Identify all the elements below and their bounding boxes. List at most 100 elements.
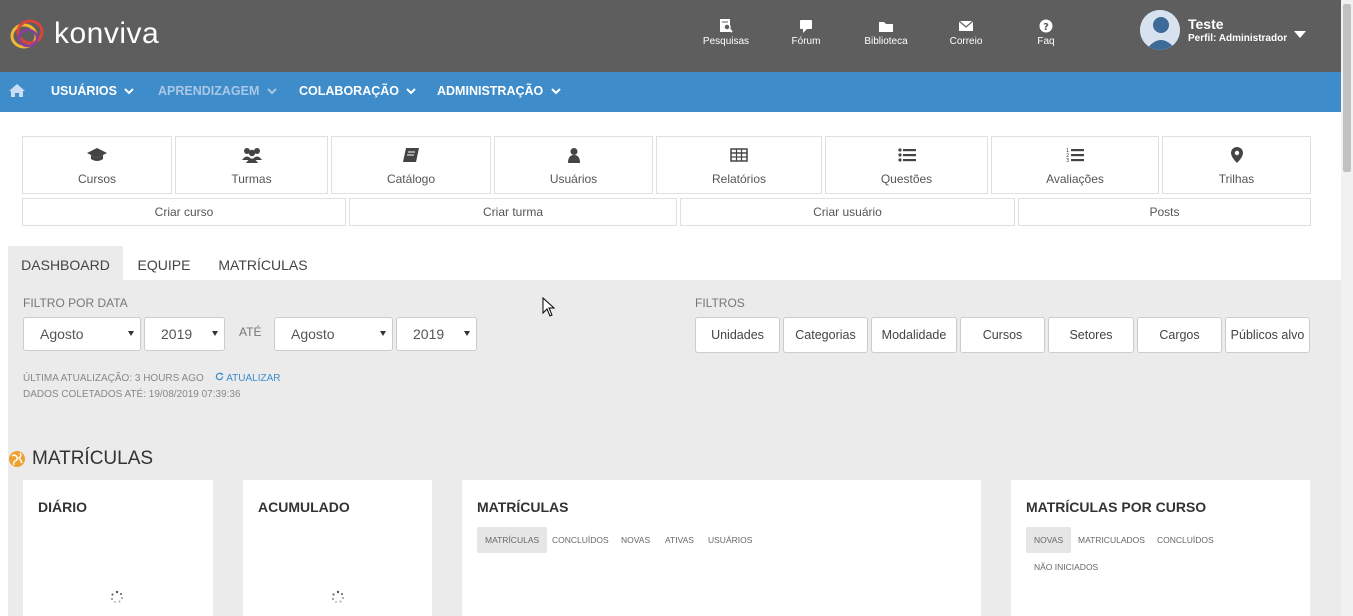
filter-cursos-button[interactable]: Cursos [960, 317, 1045, 353]
top-nav-label: Fórum [791, 36, 821, 47]
scrollbar-thumb[interactable] [1343, 4, 1351, 172]
caret-down-icon [128, 331, 134, 336]
home-icon[interactable] [9, 83, 25, 103]
nav-aprendizagem[interactable]: APRENDIZAGEM [158, 84, 277, 98]
user-name: Teste [1188, 16, 1224, 32]
refresh-label: ATUALIZAR [226, 373, 281, 384]
pill-nao-iniciados[interactable]: NÃO INICIADOS [1026, 554, 1106, 580]
pill-matriculas[interactable]: MATRÍCULAS [477, 527, 548, 553]
nav-label: COLABORAÇÃO [299, 84, 399, 98]
tile-avaliacoes[interactable]: 123 Avaliações [991, 136, 1159, 194]
create-user-button[interactable]: Criar usuário [680, 198, 1015, 226]
tile-questoes[interactable]: Questões [825, 136, 988, 194]
envelope-icon [931, 18, 1001, 34]
page-scrollbar[interactable] [1341, 0, 1353, 616]
users-icon [176, 147, 327, 165]
pill-matriculados[interactable]: MATRICULADOS [1070, 527, 1153, 553]
filter-publicos-alvo-button[interactable]: Públicos alvo [1225, 317, 1310, 353]
loading-spinner-icon [331, 590, 345, 609]
filter-categorias-button[interactable]: Categorias [783, 317, 868, 353]
svg-text:?: ? [1043, 22, 1049, 33]
tile-label: Cursos [77, 172, 116, 186]
nav-colaboracao[interactable]: COLABORAÇÃO [299, 84, 417, 98]
filter-unidades-button[interactable]: Unidades [695, 317, 780, 353]
card-title: MATRÍCULAS [477, 499, 569, 515]
card-diario: DIÁRIO [23, 480, 213, 616]
date-filter-label: FILTRO POR DATA [23, 296, 128, 310]
nav-usuarios[interactable]: USUÁRIOS [51, 84, 135, 98]
tile-turmas[interactable]: Turmas [175, 136, 328, 194]
question-icon: ? [1011, 18, 1081, 34]
pill-novas[interactable]: NOVAS [1026, 527, 1072, 553]
to-year-select[interactable]: 2019 [396, 317, 477, 351]
top-nav-pesquisas[interactable]: Pesquisas [691, 18, 761, 47]
tile-relatorios[interactable]: Relatórios [656, 136, 822, 194]
card-matriculas: MATRÍCULAS MATRÍCULAS CONCLUÍDOS NOVAS A… [462, 480, 981, 616]
top-nav-label: Biblioteca [864, 36, 908, 47]
tile-trilhas[interactable]: Trilhas [1162, 136, 1311, 194]
top-nav-biblioteca[interactable]: Biblioteca [851, 18, 921, 47]
table-icon [657, 147, 821, 165]
caret-down-icon[interactable] [1294, 26, 1306, 44]
top-header: konviva Pesquisas Fórum Biblioteca Corre… [0, 0, 1341, 72]
top-nav-faq[interactable]: ? Faq [1011, 18, 1081, 47]
create-course-button[interactable]: Criar curso [22, 198, 346, 226]
posts-button[interactable]: Posts [1018, 198, 1311, 226]
card-title: ACUMULADO [258, 499, 350, 515]
mouse-cursor-icon [542, 296, 556, 322]
pill-ativas[interactable]: ATIVAS [657, 527, 702, 553]
ordered-list-icon: 123 [992, 147, 1158, 165]
tile-label: Questões [880, 172, 933, 186]
avatar[interactable] [1140, 10, 1180, 50]
tile-label: Catálogo [386, 172, 436, 186]
tab-dashboard[interactable]: DASHBOARD [8, 246, 123, 280]
to-month-select[interactable]: Agosto [274, 317, 393, 351]
filter-setores-button[interactable]: Setores [1048, 317, 1134, 353]
main-nav: USUÁRIOS APRENDIZAGEM COLABORAÇÃO ADMINI… [0, 72, 1341, 112]
tab-equipe[interactable]: EQUIPE [130, 246, 198, 280]
konviva-logo[interactable]: konviva [8, 14, 159, 54]
nav-label: USUÁRIOS [51, 84, 117, 98]
pill-novas[interactable]: NOVAS [613, 527, 658, 553]
tile-catalogo[interactable]: Catálogo [331, 136, 491, 194]
filter-modalidade-button[interactable]: Modalidade [871, 317, 957, 353]
folder-icon [851, 18, 921, 34]
card-title: DIÁRIO [38, 499, 87, 515]
select-value: Agosto [291, 326, 335, 342]
create-class-button[interactable]: Criar turma [349, 198, 677, 226]
from-year-select[interactable]: 2019 [144, 317, 225, 351]
refresh-link[interactable]: ATUALIZAR [215, 372, 281, 384]
chevron-down-icon [406, 88, 417, 95]
tile-label: Relatórios [711, 172, 767, 186]
tile-cursos[interactable]: Cursos [22, 136, 172, 194]
card-matriculas-por-curso: MATRÍCULAS POR CURSO NOVAS MATRICULADOS … [1011, 480, 1310, 616]
pill-concluidos[interactable]: CONCLUÍDOS [544, 527, 617, 553]
user-icon [495, 147, 652, 165]
tab-matriculas[interactable]: MATRÍCULAS [210, 246, 316, 280]
filter-cargos-button[interactable]: Cargos [1137, 317, 1222, 353]
nav-label: APRENDIZAGEM [158, 84, 260, 98]
tile-label: Trilhas [1218, 172, 1255, 186]
nav-label: ADMINISTRAÇÃO [437, 84, 544, 98]
filters-label: FILTROS [695, 296, 745, 310]
top-nav-correio[interactable]: Correio [931, 18, 1001, 47]
until-label: ATÉ [239, 325, 262, 339]
chevron-down-icon [124, 88, 135, 95]
tile-usuarios[interactable]: Usuários [494, 136, 653, 194]
from-month-select[interactable]: Agosto [23, 317, 141, 351]
last-update-text: ÚLTIMA ATUALIZAÇÃO: 3 HOURS AGO [23, 373, 204, 384]
top-nav-forum[interactable]: Fórum [771, 18, 841, 47]
tile-label: Avaliações [1046, 172, 1104, 186]
caret-down-icon [212, 331, 218, 336]
tile-label: Turmas [231, 172, 272, 186]
book-icon [332, 147, 490, 165]
top-nav-label: Correio [949, 36, 983, 47]
brand-name: konviva [54, 17, 160, 50]
nav-administracao[interactable]: ADMINISTRAÇÃO [437, 84, 561, 98]
pill-usuarios[interactable]: USUÁRIOS [700, 527, 760, 553]
select-value: Agosto [40, 326, 84, 342]
pill-concluidos[interactable]: CONCLUÍDOS [1149, 527, 1222, 553]
globe-icon [9, 451, 25, 467]
select-value: 2019 [161, 326, 193, 342]
chevron-down-icon [267, 88, 277, 95]
